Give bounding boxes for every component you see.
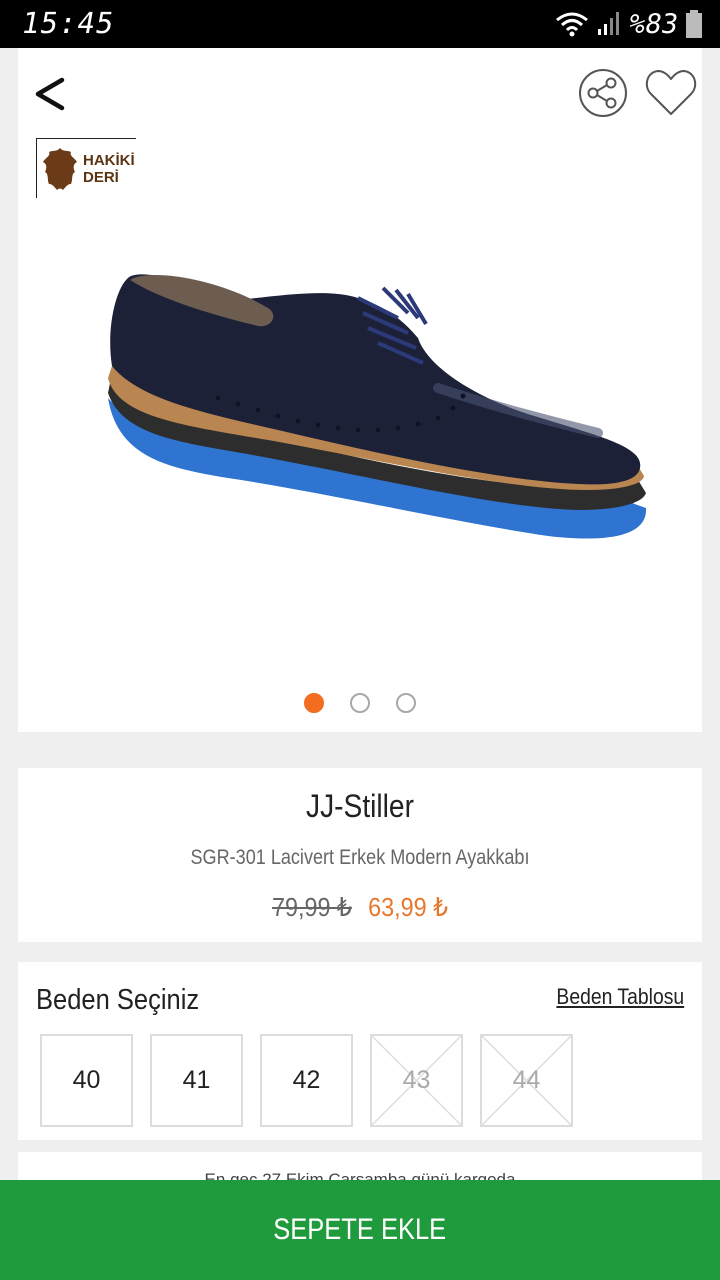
image-pagination: [18, 693, 702, 713]
size-option[interactable]: 41: [150, 1034, 243, 1127]
status-bar: 15:45 %83: [0, 0, 720, 48]
product-image-card: HAKİKİ DERİ: [18, 48, 702, 732]
status-time: 15:45: [19, 6, 118, 40]
share-button[interactable]: [578, 68, 628, 118]
pagination-dot-3[interactable]: [396, 693, 416, 713]
size-option[interactable]: 40: [40, 1034, 133, 1127]
size-selection-card: Beden Seçiniz Beden Tablosu 40 41 42 43 …: [18, 962, 702, 1140]
size-chart-link[interactable]: Beden Tablosu: [556, 984, 684, 1010]
size-option-unavailable[interactable]: 43: [370, 1034, 463, 1127]
product-name: SGR-301 Lacivert Erkek Modern Ayakkabı: [190, 846, 530, 869]
size-title: Beden Seçiniz: [36, 984, 200, 1016]
size-option-unavailable[interactable]: 44: [480, 1034, 573, 1127]
sale-price: 63,99 ₺: [368, 892, 449, 922]
pagination-dot-2[interactable]: [350, 693, 370, 713]
wifi-icon: [556, 12, 589, 37]
size-option[interactable]: 42: [260, 1034, 353, 1127]
product-image[interactable]: [78, 218, 648, 548]
add-to-cart-button[interactable]: SEPETE EKLE: [0, 1180, 720, 1280]
badge-label: HAKİKİ DERİ: [83, 151, 135, 186]
status-icons: %83: [555, 8, 702, 40]
back-arrow-icon: [35, 77, 65, 111]
share-icon: [579, 69, 627, 117]
back-button[interactable]: [32, 70, 72, 118]
product-info-card: JJ-Stiller SGR-301 Lacivert Erkek Modern…: [18, 768, 702, 942]
add-to-cart-label: SEPETE EKLE: [273, 1213, 447, 1246]
price-row: 79,99 ₺ 63,99 ₺: [52, 892, 668, 923]
battery-level: %83: [626, 8, 681, 40]
signal-icon: [598, 12, 620, 35]
favorite-button[interactable]: [644, 66, 698, 120]
battery-icon: [686, 10, 702, 38]
genuine-leather-badge: HAKİKİ DERİ: [36, 138, 136, 198]
old-price: 79,99 ₺: [271, 892, 352, 922]
brand-name: JJ-Stiller: [306, 788, 414, 824]
leather-hide-icon: [43, 147, 77, 190]
heart-icon: [645, 70, 697, 115]
size-options: 40 41 42 43 44: [40, 1034, 573, 1127]
pagination-dot-1[interactable]: [304, 693, 324, 713]
